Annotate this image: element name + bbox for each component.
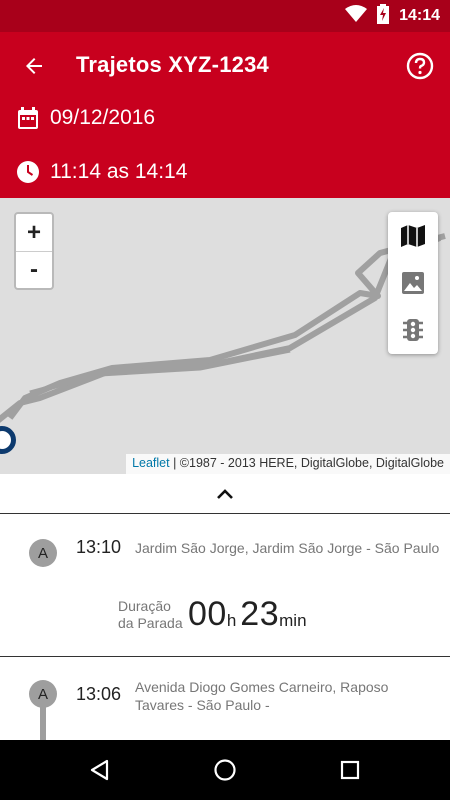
back-button[interactable] (16, 48, 52, 84)
leaflet-link[interactable]: Leaflet (132, 456, 170, 470)
status-time: 14:14 (399, 7, 440, 24)
stop-marker: A (29, 539, 57, 567)
collapse-toggle[interactable] (0, 474, 450, 514)
date-text: 09/12/2016 (50, 106, 156, 129)
app-bar: Trajetos XYZ-1234 (0, 32, 450, 100)
back-triangle-icon (90, 759, 109, 781)
stop-item[interactable]: A 13:10 Jardim São Jorge, Jardim São Jor… (0, 515, 450, 657)
back-arrow-icon (26, 58, 42, 74)
date-row: 09/12/2016 (0, 98, 450, 138)
stop-time: 13:06 (76, 684, 122, 704)
help-icon (406, 52, 434, 80)
calendar-icon (18, 107, 38, 129)
duration-label: Duração da Parada (118, 597, 183, 631)
status-bar: 14:14 (0, 0, 450, 32)
stop-marker: A (29, 680, 57, 708)
stop-time: 13:10 (76, 537, 122, 557)
duration-minutes: 23 (240, 595, 280, 633)
image-icon (402, 271, 424, 294)
traffic-light-icon (403, 318, 423, 341)
zoom-control: + - (14, 212, 54, 290)
map-icon (401, 224, 425, 247)
zoom-in-button[interactable]: + (16, 214, 52, 251)
nav-home-button[interactable] (209, 754, 241, 786)
help-button[interactable] (404, 50, 436, 82)
nav-back-button[interactable] (84, 754, 116, 786)
duration-minutes-unit: min (279, 610, 307, 630)
route-map[interactable]: + - Leaflet | ©1987 - 2013 HERE, Digital… (0, 198, 450, 474)
header: Trajetos XYZ-1234 09/12/2016 11:14 as 14… (0, 32, 450, 198)
attribution-text: | ©1987 - 2013 HERE, DigitalGlobe, Digit… (169, 456, 444, 470)
nav-recents-button[interactable] (334, 754, 366, 786)
battery-charging-icon (377, 3, 390, 29)
stop-duration: Duração da Parada 00 h 23 min (118, 595, 307, 634)
navigation-bar (0, 740, 450, 800)
route-path (0, 233, 446, 423)
layer-switcher (388, 212, 438, 354)
duration-hours: 00 (188, 595, 227, 633)
recents-square-icon (340, 760, 360, 780)
duration-hours-unit: h (226, 610, 237, 630)
zoom-out-button[interactable]: - (16, 251, 52, 288)
time-range-row: 11:14 as 14:14 (0, 152, 450, 192)
traffic-layer-button[interactable] (388, 306, 438, 353)
satellite-layer-button[interactable] (388, 259, 438, 306)
chevron-up-icon (217, 488, 233, 499)
page-title: Trajetos XYZ-1234 (76, 52, 269, 77)
time-range-text: 11:14 as 14:14 (50, 160, 188, 183)
map-layer-button[interactable] (388, 212, 438, 259)
clock-icon (17, 161, 39, 183)
home-circle-icon (214, 759, 236, 781)
wifi-icon (345, 4, 368, 28)
map-attribution: Leaflet | ©1987 - 2013 HERE, DigitalGlob… (126, 454, 450, 474)
stop-address: Avenida Diogo Gomes Carneiro, Raposo Tav… (135, 679, 389, 713)
stop-item[interactable]: A 13:06 Avenida Diogo Gomes Carneiro, Ra… (0, 658, 450, 740)
stop-address: Jardim São Jorge, Jardim São Jorge - São… (135, 540, 440, 556)
